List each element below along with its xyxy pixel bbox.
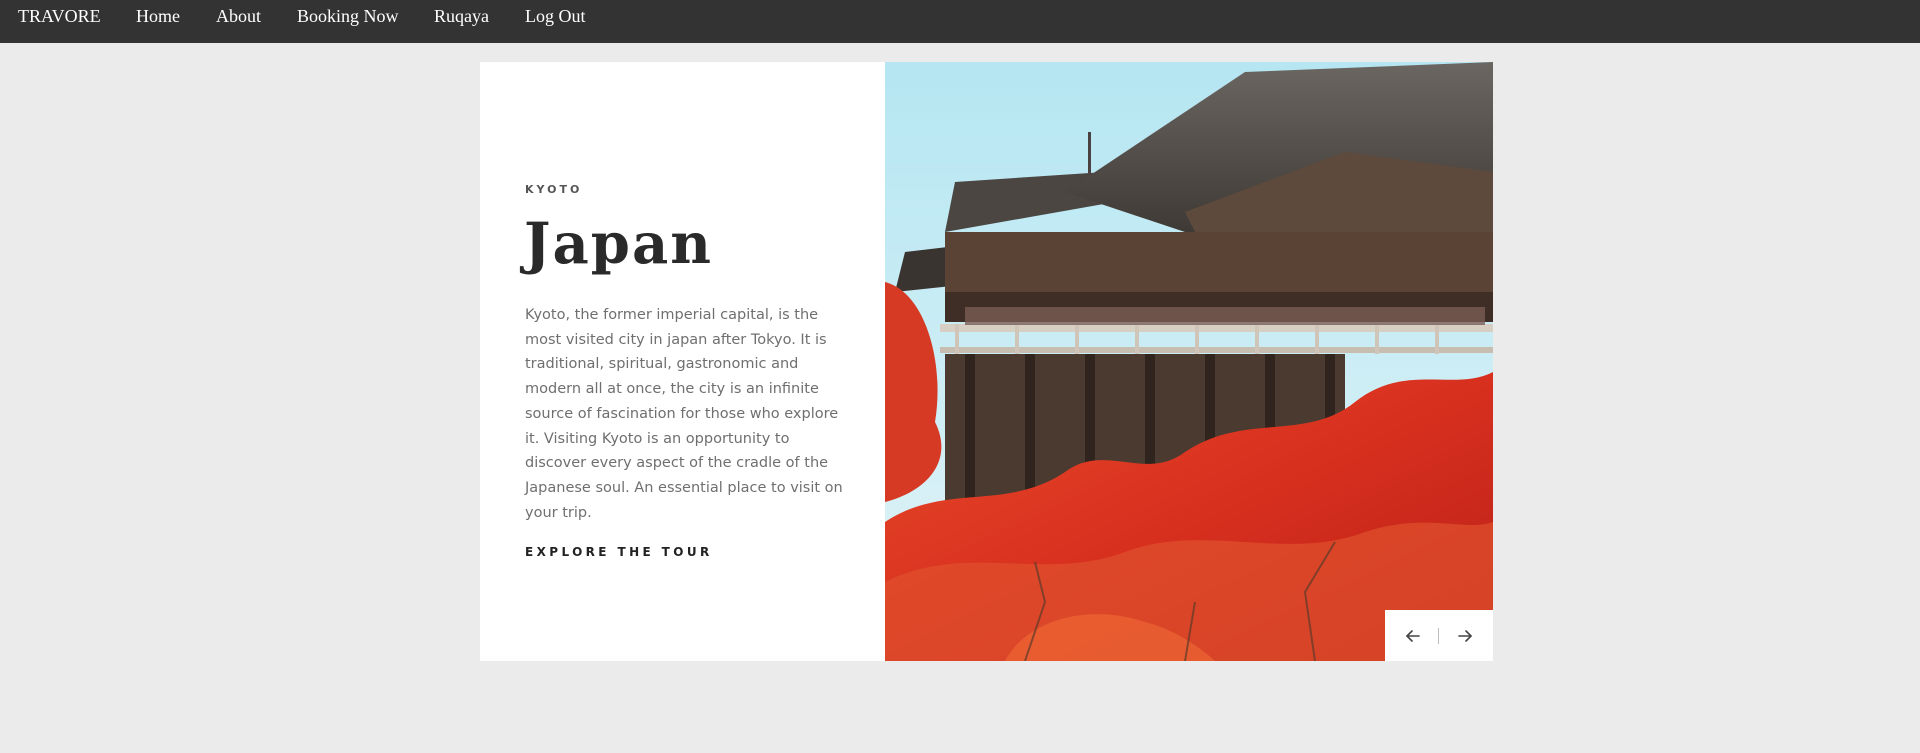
nav-link-about[interactable]: About xyxy=(216,6,261,26)
nav-link-ruqaya[interactable]: Ruqaya xyxy=(434,6,489,26)
arrow-right-icon[interactable] xyxy=(1453,624,1477,648)
destination-slide-card: KYOTO Japan Kyoto, the former imperial c… xyxy=(480,62,1493,661)
nav-link-booking-now[interactable]: Booking Now xyxy=(297,6,399,26)
slide-description: Kyoto, the former imperial capital, is t… xyxy=(525,307,843,521)
slide-title: Japan xyxy=(524,211,713,277)
arrow-left-icon[interactable] xyxy=(1401,624,1425,648)
top-navbar: TRAVORE Home About Booking Now Ruqaya Lo… xyxy=(0,0,1920,43)
slide-eyebrow: KYOTO xyxy=(525,183,583,196)
destination-photo xyxy=(885,62,1493,661)
brand-link[interactable]: TRAVORE xyxy=(18,6,101,26)
slider-divider xyxy=(1438,628,1439,644)
slider-controls xyxy=(1385,610,1493,661)
explore-tour-link[interactable]: EXPLORE THE TOUR xyxy=(525,545,713,559)
nav-link-log-out[interactable]: Log Out xyxy=(525,6,586,26)
nav-link-home[interactable]: Home xyxy=(136,6,180,26)
slide-text-panel: KYOTO Japan Kyoto, the former imperial c… xyxy=(480,62,885,661)
